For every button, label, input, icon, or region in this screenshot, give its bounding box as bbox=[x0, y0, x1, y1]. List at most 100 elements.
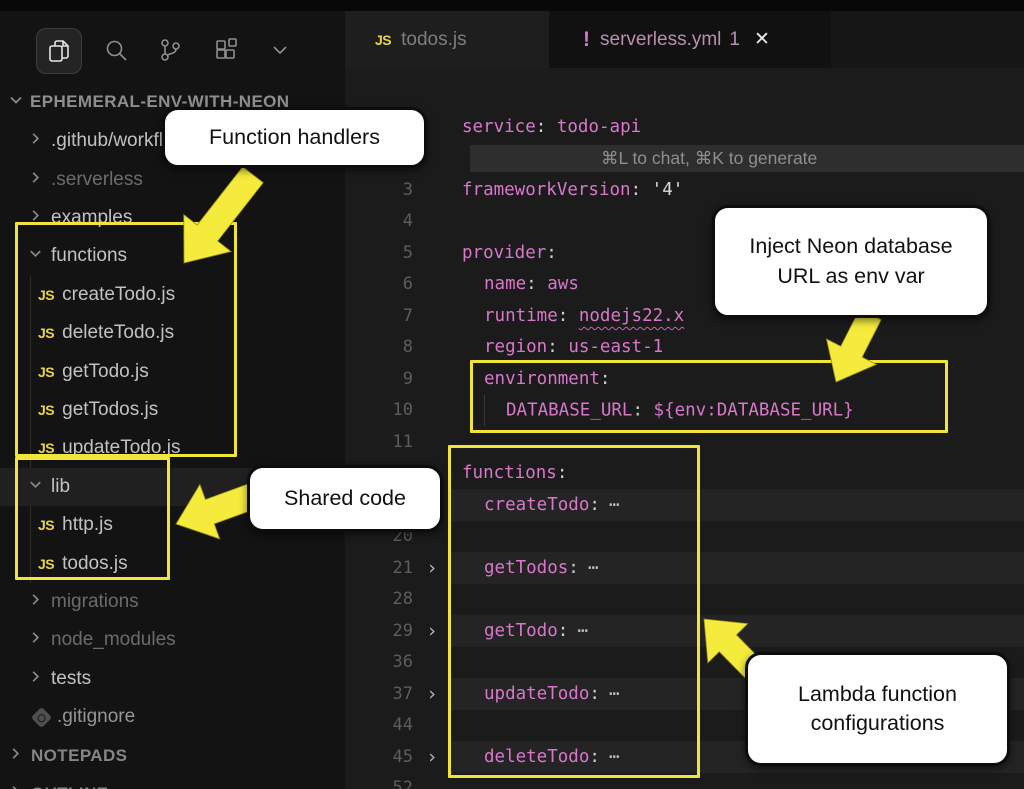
line-number: 9 bbox=[345, 369, 413, 389]
sidebar-item--gitignore[interactable]: .gitignore bbox=[0, 698, 345, 736]
code-line-1[interactable]: 1service: todo-api bbox=[345, 111, 1024, 143]
sidebar-section-outline[interactable]: OUTLINE bbox=[0, 775, 345, 789]
code-line-20[interactable]: 20 bbox=[345, 521, 1024, 553]
sidebar-item-gettodos-js[interactable]: JSgetTodos.js bbox=[0, 391, 345, 429]
chevron-down-icon bbox=[8, 92, 24, 113]
sidebar-item-functions[interactable]: functions bbox=[0, 237, 345, 275]
tab-todos-js[interactable]: JS todos.js bbox=[345, 11, 550, 68]
code-line-9[interactable]: 9 environment: bbox=[345, 363, 1024, 395]
code-line-28[interactable]: 28 bbox=[345, 584, 1024, 616]
fold-chevron-icon[interactable]: › bbox=[413, 620, 451, 642]
extensions-icon[interactable] bbox=[204, 28, 248, 72]
fold-ellipsis[interactable]: ⋯ bbox=[609, 684, 621, 704]
item-label: deleteTodo.js bbox=[62, 322, 174, 344]
code-line-29[interactable]: 29›getTodo:⋯ bbox=[345, 615, 1024, 647]
yaml-bang-icon: ! bbox=[583, 28, 590, 52]
js-file-icon: JS bbox=[38, 325, 54, 341]
sidebar-item-updatetodo-js[interactable]: JS updateTodo.js bbox=[0, 429, 345, 467]
item-label: migrations bbox=[51, 591, 139, 613]
yaml-value: '4' bbox=[652, 180, 684, 200]
files-icon[interactable] bbox=[36, 28, 82, 74]
yaml-key: deleteTodo bbox=[484, 747, 589, 767]
close-icon[interactable]: ✕ bbox=[754, 28, 770, 51]
item-label: getTodo.js bbox=[62, 361, 149, 383]
item-label: todos.js bbox=[62, 553, 127, 575]
yaml-key: updateTodo bbox=[484, 684, 589, 704]
item-label: examples bbox=[51, 207, 132, 229]
code-line-13[interactable]: 13›createTodo:⋯ bbox=[345, 489, 1024, 521]
code-line-52[interactable]: 52 bbox=[345, 773, 1024, 789]
fold-chevron-icon[interactable]: › bbox=[413, 746, 451, 768]
indent-guide bbox=[30, 276, 31, 314]
item-label: updateTodo.js bbox=[62, 437, 180, 459]
colon: : bbox=[589, 684, 600, 704]
sidebar-item-examples[interactable]: examples bbox=[0, 199, 345, 237]
chevron-down-icon bbox=[28, 476, 43, 498]
indent-guide bbox=[30, 544, 31, 582]
js-file-icon: JS bbox=[375, 32, 391, 48]
ai-hint-text: ⌘L to chat, ⌘K to generate bbox=[601, 148, 817, 169]
tab-bar: JS todos.js ! serverless.yml 1 ✕ bbox=[345, 11, 1024, 68]
yaml-key: environment bbox=[484, 369, 600, 389]
sidebar-item-migrations[interactable]: migrations bbox=[0, 583, 345, 621]
code-text: getTodo:⋯ bbox=[462, 621, 589, 641]
chevron-right-icon bbox=[28, 668, 43, 690]
code-line-2[interactable]: 2⌘L to chat, ⌘K to generate bbox=[345, 143, 1024, 175]
tab-label: serverless.yml bbox=[600, 29, 721, 51]
source-control-icon[interactable] bbox=[148, 28, 192, 72]
code-line-12[interactable]: 12functions: bbox=[345, 458, 1024, 490]
sidebar-item-createtodo-js[interactable]: JScreateTodo.js bbox=[0, 276, 345, 314]
js-file-icon: JS bbox=[38, 440, 54, 456]
fold-chevron-icon[interactable]: › bbox=[413, 683, 451, 705]
line-number: 44 bbox=[345, 715, 413, 735]
code-text: DATABASE_URL: ${env:DATABASE_URL} bbox=[462, 395, 854, 426]
search-icon[interactable] bbox=[94, 28, 138, 72]
colon: : bbox=[547, 337, 558, 357]
code-line-10[interactable]: 10DATABASE_URL: ${env:DATABASE_URL} bbox=[345, 395, 1024, 427]
yaml-key: getTodos bbox=[484, 558, 568, 578]
sidebar-section-notepads[interactable]: NOTEPADS bbox=[0, 736, 345, 774]
js-file-icon: JS bbox=[38, 287, 54, 303]
item-label: NOTEPADS bbox=[31, 746, 127, 766]
tab-label: todos.js bbox=[401, 29, 466, 51]
fold-ellipsis[interactable]: ⋯ bbox=[609, 495, 621, 515]
code-text: name: aws bbox=[462, 274, 579, 294]
code-line-8[interactable]: 8region: us-east-1 bbox=[345, 332, 1024, 364]
sidebar-item-todos-js[interactable]: JStodos.js bbox=[0, 544, 345, 582]
item-label: lib bbox=[51, 476, 70, 498]
code-line-3[interactable]: 3frameworkVersion: '4' bbox=[345, 174, 1024, 206]
yaml-value: ${env:DATABASE_URL} bbox=[654, 400, 854, 420]
chevron-right-icon bbox=[28, 169, 43, 191]
sidebar-item-node-modules[interactable]: node_modules bbox=[0, 621, 345, 659]
code-line-21[interactable]: 21›getTodos:⋯ bbox=[345, 552, 1024, 584]
code-text: environment: bbox=[462, 369, 610, 389]
code-text: updateTodo: ⋯ bbox=[462, 684, 620, 704]
colon: : bbox=[589, 495, 600, 515]
vscode-window: EPHEMERAL-ENV-WITH-NEON .github/workflow… bbox=[0, 0, 1024, 789]
sidebar-item-tests[interactable]: tests bbox=[0, 660, 345, 698]
yaml-key: provider bbox=[462, 243, 546, 263]
tab-serverless-yml[interactable]: ! serverless.yml 1 ✕ bbox=[549, 11, 831, 68]
callout-inject-neon: Inject Neon database URL as env var bbox=[712, 205, 990, 318]
indent-guide bbox=[30, 314, 31, 352]
item-label: tests bbox=[51, 668, 91, 690]
indent-guide bbox=[30, 506, 31, 544]
line-number: 7 bbox=[345, 306, 413, 326]
fold-ellipsis[interactable]: ⋯ bbox=[588, 558, 600, 578]
js-file-icon: JS bbox=[38, 364, 54, 380]
code-line-11[interactable]: 11 bbox=[345, 426, 1024, 458]
chevron-right-icon bbox=[28, 591, 43, 613]
chevron-down-icon[interactable] bbox=[258, 28, 302, 72]
sidebar-item-deletetodo-js[interactable]: JS deleteTodo.js bbox=[0, 314, 345, 352]
js-file-icon: JS bbox=[38, 402, 54, 418]
fold-ellipsis[interactable]: ⋯ bbox=[577, 621, 589, 641]
fold-chevron-icon[interactable]: › bbox=[413, 557, 451, 579]
callout-function-handlers: Function handlers bbox=[162, 107, 427, 168]
line-number: 11 bbox=[345, 432, 413, 452]
yaml-key: getTodo bbox=[484, 621, 558, 641]
sidebar-item-gettodo-js[interactable]: JS getTodo.js bbox=[0, 352, 345, 390]
git-file-icon bbox=[31, 707, 52, 728]
callout-lambda-config: Lambda function configurations bbox=[745, 652, 1010, 766]
chevron-right-icon bbox=[8, 784, 23, 789]
fold-ellipsis[interactable]: ⋯ bbox=[609, 747, 621, 767]
